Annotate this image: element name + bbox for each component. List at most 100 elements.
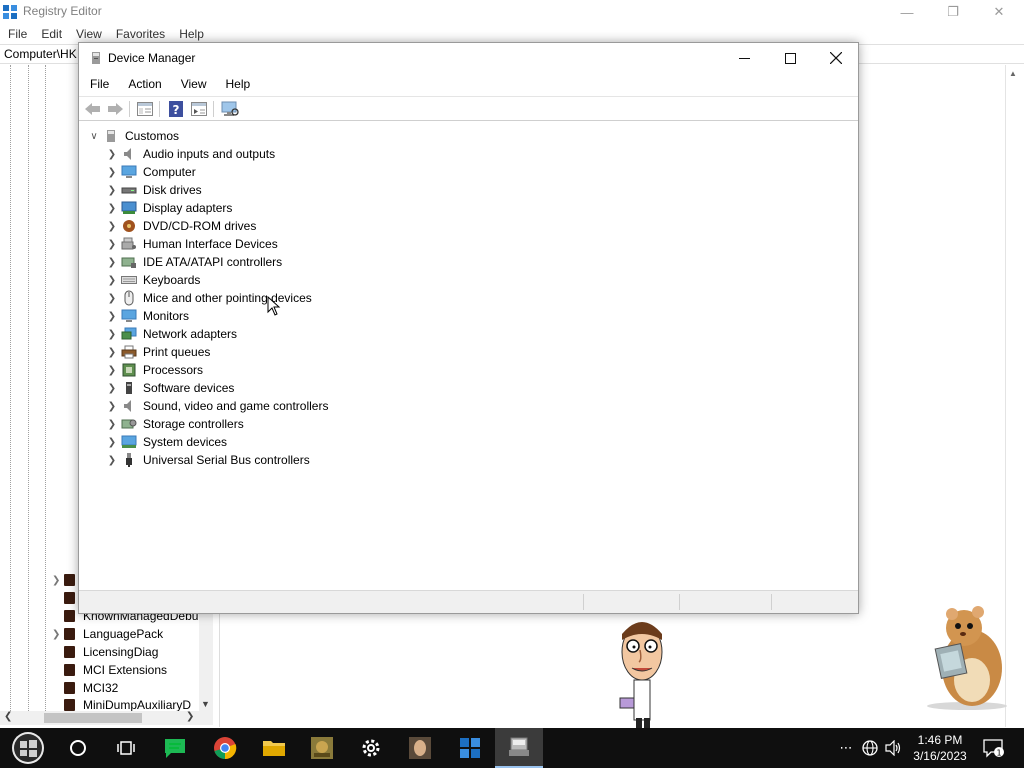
chevron-down-icon[interactable]: ▼ xyxy=(201,699,210,709)
folder-icon xyxy=(64,664,75,676)
menu-action[interactable]: Action xyxy=(117,77,169,91)
show-hidden-icons-button[interactable]: ⋯ xyxy=(836,738,856,758)
chevron-down-icon[interactable]: ∨ xyxy=(85,131,103,142)
chevron-right-icon[interactable]: ❯ xyxy=(103,329,121,340)
start-button[interactable] xyxy=(4,728,52,768)
chevron-right-icon[interactable]: ❯ xyxy=(103,239,121,250)
properties-button[interactable] xyxy=(190,101,208,117)
chevron-right-icon[interactable]: ❯ xyxy=(186,711,194,722)
chevron-right-icon[interactable]: ❯ xyxy=(103,275,121,286)
device-category[interactable]: ❯ Processors xyxy=(103,361,203,379)
taskbar-app-file-explorer[interactable] xyxy=(250,728,298,768)
device-category[interactable]: ❯ Computer xyxy=(103,163,196,181)
chevron-right-icon[interactable]: ❯ xyxy=(103,221,121,232)
device-category[interactable]: ❯ Storage controllers xyxy=(103,415,244,433)
device-category[interactable]: ❯ Monitors xyxy=(103,307,189,325)
show-hide-console-tree-button[interactable] xyxy=(136,101,154,117)
taskbar-app-notes[interactable] xyxy=(151,728,199,768)
device-category[interactable]: ❯ Universal Serial Bus controllers xyxy=(103,451,310,469)
folder-icon xyxy=(64,682,75,694)
device-category[interactable]: ❯ Audio inputs and outputs xyxy=(103,145,275,163)
back-button[interactable] xyxy=(84,101,102,117)
device-category[interactable]: ❯ IDE ATA/ATAPI controllers xyxy=(103,253,282,271)
registry-title: Registry Editor xyxy=(23,4,102,18)
device-category[interactable]: ❯ Display adapters xyxy=(103,199,233,217)
tree-root[interactable]: ∨ Customos xyxy=(85,127,179,145)
registry-key[interactable]: LicensingDiag xyxy=(52,643,158,661)
chevron-right-icon[interactable]: ❯ xyxy=(103,293,121,304)
device-category[interactable]: ❯ Keyboards xyxy=(103,271,201,289)
device-category[interactable]: ❯ Network adapters xyxy=(103,325,237,343)
windows-logo-icon xyxy=(12,732,44,764)
device-category[interactable]: ❯ Human Interface Devices xyxy=(103,235,278,253)
chevron-right-icon[interactable]: ❯ xyxy=(103,203,121,214)
taskbar-app-device-manager[interactable] xyxy=(495,728,543,768)
network-status-button[interactable] xyxy=(860,738,880,758)
maximize-button[interactable] xyxy=(767,43,813,73)
device-category[interactable]: ❯ DVD/CD-ROM drives xyxy=(103,217,257,235)
menu-view[interactable]: View xyxy=(170,77,215,91)
registry-tree-horizontal-scrollbar[interactable]: ❮ ❯ xyxy=(0,711,213,725)
usb-icon xyxy=(121,453,137,468)
chevron-right-icon[interactable]: ❯ xyxy=(52,629,64,640)
display-adapter-icon xyxy=(121,201,137,216)
scan-hardware-button[interactable] xyxy=(221,101,239,117)
chevron-left-icon[interactable]: ❮ xyxy=(4,711,12,722)
chevron-up-icon[interactable]: ▲ xyxy=(1009,69,1017,78)
hid-icon xyxy=(121,237,137,252)
chevron-right-icon[interactable]: ❯ xyxy=(103,167,121,178)
help-button[interactable]: ? xyxy=(167,101,185,117)
device-category[interactable]: ❯ Print queues xyxy=(103,343,211,361)
chevron-right-icon[interactable]: ❯ xyxy=(103,365,121,376)
taskbar-app-game[interactable] xyxy=(298,728,346,768)
chevron-right-icon[interactable]: ❯ xyxy=(52,575,64,586)
registry-minimize-button[interactable]: — xyxy=(884,0,930,24)
registry-key[interactable]: ❯ LanguagePack xyxy=(52,625,163,643)
folder-icon xyxy=(64,646,75,658)
registry-menu-view[interactable]: View xyxy=(68,27,108,41)
chevron-right-icon[interactable]: ❯ xyxy=(103,311,121,322)
taskbar-app-registry-editor[interactable] xyxy=(446,728,494,768)
chevron-right-icon[interactable]: ❯ xyxy=(103,185,121,196)
menu-help[interactable]: Help xyxy=(215,77,259,91)
registry-close-button[interactable]: ✕ xyxy=(976,0,1022,24)
forward-button[interactable] xyxy=(106,101,124,117)
chevron-right-icon[interactable]: ❯ xyxy=(103,383,121,394)
speaker-icon xyxy=(121,147,137,162)
chevron-right-icon[interactable]: ❯ xyxy=(103,257,121,268)
chevron-right-icon[interactable]: ❯ xyxy=(103,455,121,466)
chevron-right-icon[interactable]: ❯ xyxy=(103,437,121,448)
device-manager-title-bar[interactable]: Device Manager xyxy=(79,43,858,73)
chevron-right-icon[interactable]: ❯ xyxy=(103,149,121,160)
registry-menu-edit[interactable]: Edit xyxy=(33,27,68,41)
device-category[interactable]: ❯ Sound, video and game controllers xyxy=(103,397,329,415)
action-center-button[interactable]: 1 xyxy=(976,728,1012,768)
svg-text:?: ? xyxy=(173,103,180,117)
chevron-right-icon[interactable]: ❯ xyxy=(103,347,121,358)
close-button[interactable] xyxy=(813,43,859,73)
chevron-right-icon[interactable]: ❯ xyxy=(103,401,121,412)
folder-icon xyxy=(64,610,75,622)
registry-key[interactable]: MCI32 xyxy=(52,679,118,697)
chevron-right-icon[interactable]: ❯ xyxy=(103,419,121,430)
scrollbar-thumb[interactable] xyxy=(44,713,142,723)
ide-controller-icon xyxy=(121,255,137,270)
taskbar-app-other[interactable] xyxy=(396,728,444,768)
game-app-icon xyxy=(311,737,333,759)
registry-menu-file[interactable]: File xyxy=(0,27,33,41)
task-view-button[interactable] xyxy=(102,728,150,768)
taskbar-app-settings[interactable] xyxy=(347,728,395,768)
volume-button[interactable] xyxy=(884,738,904,758)
cortana-button[interactable] xyxy=(54,728,102,768)
registry-key[interactable]: MCI Extensions xyxy=(52,661,167,679)
registry-restore-button[interactable]: ❐ xyxy=(930,0,976,24)
minimize-button[interactable] xyxy=(721,43,767,73)
device-category[interactable]: ❯ Disk drives xyxy=(103,181,202,199)
taskbar-clock[interactable]: 1:46 PM 3/16/2023 xyxy=(908,732,972,764)
device-category[interactable]: ❯ Software devices xyxy=(103,379,235,397)
device-category[interactable]: ❯ System devices xyxy=(103,433,227,451)
registry-menu-help[interactable]: Help xyxy=(171,27,210,41)
taskbar-app-chrome[interactable] xyxy=(201,728,249,768)
registry-menu-favorites[interactable]: Favorites xyxy=(108,27,171,41)
menu-file[interactable]: File xyxy=(79,77,117,91)
